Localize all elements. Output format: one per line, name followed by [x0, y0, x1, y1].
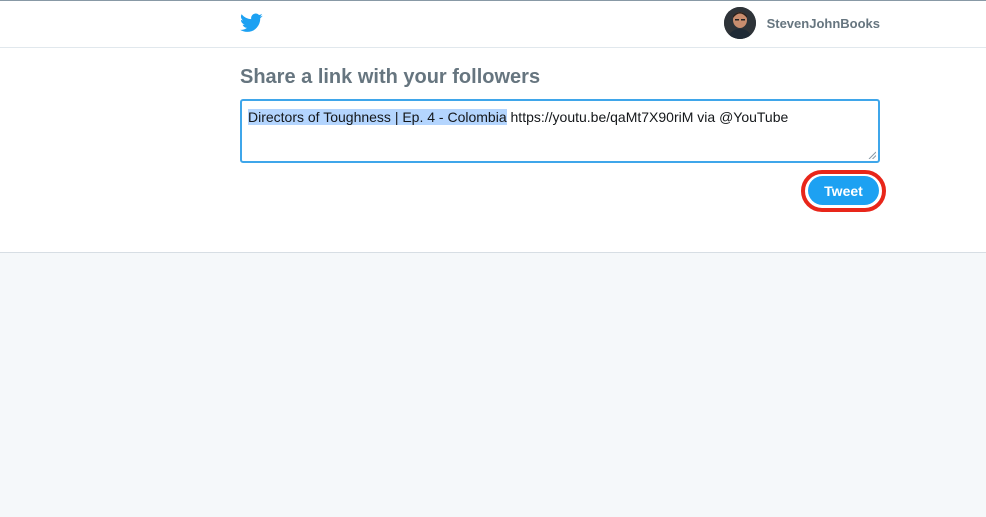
- tweet-text-content[interactable]: Directors of Toughness | Ep. 4 - Colombi…: [248, 108, 788, 126]
- avatar[interactable]: [723, 7, 756, 39]
- share-panel: Share a link with your followers Directo…: [0, 48, 986, 253]
- tweet-button[interactable]: Tweet: [808, 176, 879, 205]
- resize-grip-icon[interactable]: [868, 151, 876, 159]
- selected-text: Directors of Toughness | Ep. 4 - Colombi…: [248, 109, 507, 125]
- username-label[interactable]: StevenJohnBooks: [767, 16, 880, 31]
- tweet-link-text: https://youtu.be/qaMt7X90riM via @YouTub…: [506, 109, 789, 125]
- twitter-bird-icon[interactable]: [240, 13, 263, 33]
- user-avatar-image: [723, 7, 756, 39]
- user-menu[interactable]: StevenJohnBooks: [723, 7, 880, 39]
- page-title: Share a link with your followers: [240, 66, 541, 88]
- tweet-textarea[interactable]: Directors of Toughness | Ep. 4 - Colombi…: [240, 99, 880, 163]
- top-bar: StevenJohnBooks: [0, 1, 986, 48]
